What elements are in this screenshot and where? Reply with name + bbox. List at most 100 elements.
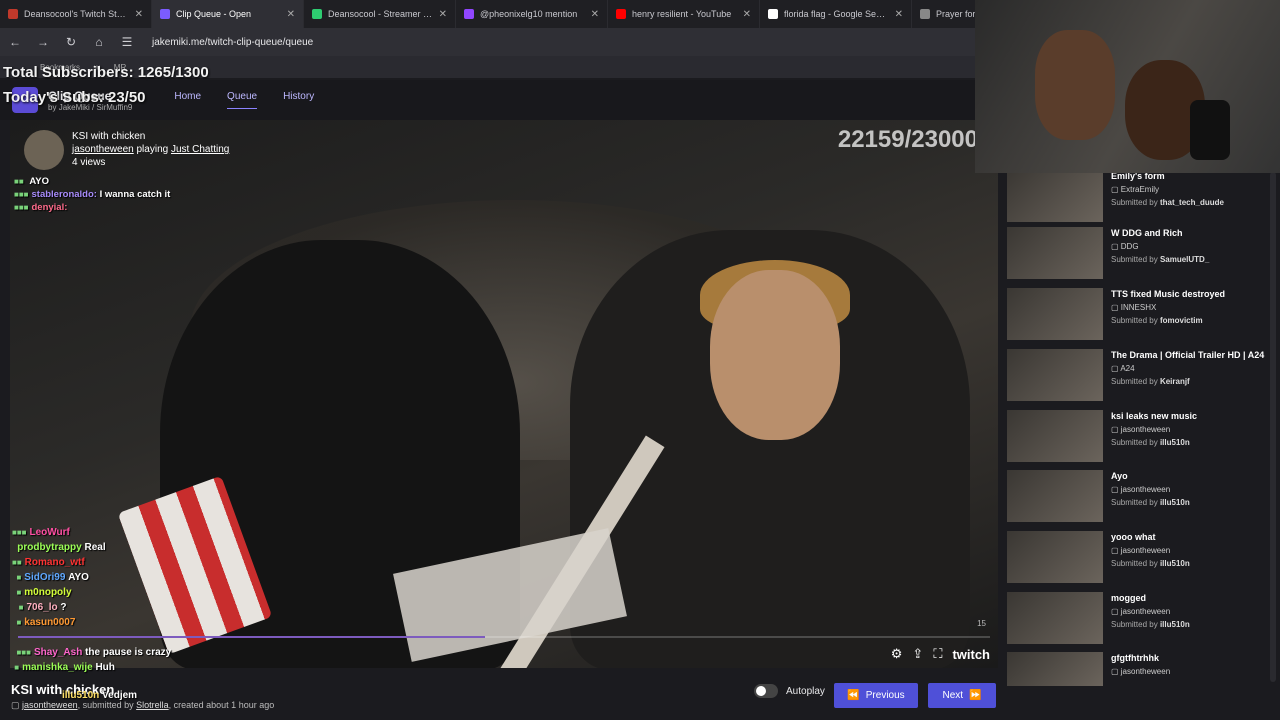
close-icon[interactable]: ✕ <box>135 9 143 20</box>
today-subs-overlay: Today's Subs: 23/50 <box>3 89 146 106</box>
tab-favicon-icon <box>920 9 930 19</box>
nav-queue[interactable]: Queue <box>227 91 258 109</box>
chat-username: SidOri99 <box>24 572 66 583</box>
queue-item[interactable]: W DDG and Rich ▢ DDG Submitted by SamuelUT… <box>1007 227 1265 283</box>
streamer-webcam <box>975 0 1280 173</box>
autoplay-label: Autoplay <box>786 685 825 697</box>
chat-text: Real <box>84 542 106 553</box>
app-nav: Home Queue History <box>174 91 314 109</box>
browser-tab-5[interactable]: florida flag - Google Search ✕ <box>760 0 912 28</box>
nav-history[interactable]: History <box>283 91 314 109</box>
queue-item[interactable]: Emily's form ▢ ExtraEmily Submitted by tha… <box>1007 170 1265 226</box>
queue-item-channel: ▢ jasontheween <box>1111 546 1171 555</box>
clip-thumbnail <box>1007 170 1103 222</box>
chat-badge-icon: ■ <box>12 588 22 597</box>
back-icon[interactable]: ← <box>8 35 22 49</box>
avatar <box>24 130 64 170</box>
queue-item[interactable]: The Drama | Official Trailer HD | A24 ▢ A… <box>1007 349 1265 419</box>
close-icon[interactable]: ✕ <box>591 9 599 20</box>
tab-favicon-icon <box>616 9 626 19</box>
queue-item-submitter: Submitted by fomovictim <box>1111 316 1203 325</box>
next-button[interactable]: Next ⏩ <box>928 683 996 708</box>
browser-tab-4[interactable]: henry resilient - YouTube ✕ <box>608 0 760 28</box>
queue-item-title: TTS fixed Music destroyed <box>1111 289 1226 299</box>
browser-tab-3[interactable]: @pheonixelg10 mention ✕ <box>456 0 608 28</box>
chat-message: prodbytrappy Real <box>12 540 171 555</box>
autoplay-control: Autoplay <box>754 684 825 698</box>
tab-favicon-icon <box>312 9 322 19</box>
chat-text: AYO <box>68 572 89 583</box>
tab-title: @pheonixelg10 mention <box>480 9 578 19</box>
chat-message: ■ 706_lo ? <box>12 600 171 615</box>
tab-favicon-icon <box>160 9 170 19</box>
chat-username: m0nopoly <box>24 587 72 598</box>
chat-badge-icon <box>12 543 14 552</box>
clip-thumbnail <box>1007 227 1103 279</box>
queue-item-title: W DDG and Rich <box>1111 228 1183 238</box>
close-icon[interactable]: ✕ <box>895 9 903 20</box>
chat-text: ? <box>60 602 67 613</box>
video-overlay-number: 15 <box>977 619 986 628</box>
submitter-link[interactable]: Slotrella <box>136 700 169 710</box>
sub-goal-counter: 22159/23000 <box>837 126 978 153</box>
clip-info: KSI with chicken jasontheween playing Ju… <box>72 130 229 169</box>
browser-tab-2[interactable]: Deansocool - Streamer Over ✕ <box>304 0 456 28</box>
browser-tab-1[interactable]: Clip Queue - Open ✕ <box>152 0 304 28</box>
autoplay-toggle[interactable] <box>754 684 778 698</box>
chat-badge-icon: ■ <box>12 603 24 612</box>
twitch-logo[interactable]: twitch <box>952 647 990 662</box>
previous-button[interactable]: ⏪ Previous <box>834 683 918 708</box>
view-count: 4 views <box>72 157 106 168</box>
queue-item-channel: ▢ jasontheween <box>1111 485 1171 494</box>
chat-message: ■■■ LeoWurf <box>12 525 171 540</box>
tab-title: Deansocool's Twitch Statistic <box>24 9 129 19</box>
chat-badge-icon: ■■■ <box>12 528 27 537</box>
queue-item[interactable]: ksi leaks new music ▢ jasontheween Submitt… <box>1007 410 1265 466</box>
home-icon[interactable]: ⌂ <box>92 35 106 49</box>
queue-item-channel: ▢ jasontheween <box>1111 607 1171 616</box>
chat-username: Romano_wtf <box>24 557 85 568</box>
queue-scrollbar[interactable] <box>1270 172 1276 682</box>
tab-title: henry resilient - YouTube <box>632 9 732 19</box>
browser-tab-0[interactable]: Deansocool's Twitch Statistic ✕ <box>0 0 152 28</box>
chat-message: ■■■ stableronaldo: I wanna catch it <box>14 188 170 201</box>
chat-username: Shay_Ash <box>33 647 83 658</box>
site-info-icon[interactable]: ☰ <box>120 35 134 49</box>
chat-username: denyial: <box>31 202 68 213</box>
queue-item[interactable]: gfgtfhtrhhk ▢ jasontheween <box>1007 652 1265 688</box>
webcam-scene <box>1035 30 1115 140</box>
game-link[interactable]: Just Chatting <box>171 144 229 155</box>
chat-badge-icon: ■ <box>12 663 20 672</box>
chat-username: prodbytrappy <box>17 542 82 553</box>
channel-link[interactable]: jasontheween <box>22 700 78 710</box>
chat-username: LeoWurf <box>29 527 70 538</box>
queue-item[interactable]: TTS fixed Music destroyed ▢ INNESHX Submit… <box>1007 288 1265 344</box>
queue-item[interactable]: yooo what ▢ jasontheween Submitted by illu… <box>1007 531 1265 587</box>
address-bar[interactable]: jakemiki.me/twitch-clip-queue/queue <box>152 37 313 48</box>
chat-username: 706_lo <box>26 602 58 613</box>
fast-forward-icon: ⏩ <box>969 690 982 701</box>
reload-icon[interactable]: ↻ <box>64 35 78 49</box>
queue-item[interactable]: Ayo ▢ jasontheween Submitted by illu510n <box>1007 470 1265 526</box>
queue-item[interactable]: mogged ▢ jasontheween Submitted by illu510… <box>1007 592 1265 648</box>
chat-badge-icon: ■ <box>12 618 22 627</box>
close-icon[interactable]: ✕ <box>743 9 751 20</box>
tab-favicon-icon <box>768 9 778 19</box>
close-icon[interactable]: ✕ <box>439 9 447 20</box>
close-icon[interactable]: ✕ <box>287 9 295 20</box>
created-time: , created about 1 hour ago <box>168 700 275 710</box>
chat-message: ■ m0nopoly <box>12 585 171 600</box>
queue-item-channel: ▢ INNESHX <box>1111 303 1157 312</box>
channel-link[interactable]: jasontheween <box>72 144 134 155</box>
chat-message: ■■ Romano_wtf <box>12 555 171 570</box>
chat-message: ■ manishka_wije Huh <box>12 660 171 675</box>
tab-title: Clip Queue - Open <box>176 9 252 19</box>
clip-thumbnail <box>1007 288 1103 340</box>
video-controls: ⚙ ⇪ ⛶ twitch <box>891 646 990 662</box>
queue-item-title: ksi leaks new music <box>1111 411 1198 421</box>
fullscreen-icon[interactable]: ⛶ <box>933 646 942 662</box>
settings-icon[interactable]: ⚙ <box>891 646 903 662</box>
forward-icon[interactable]: → <box>36 35 50 49</box>
share-icon[interactable]: ⇪ <box>912 646 923 662</box>
nav-home[interactable]: Home <box>174 91 201 109</box>
